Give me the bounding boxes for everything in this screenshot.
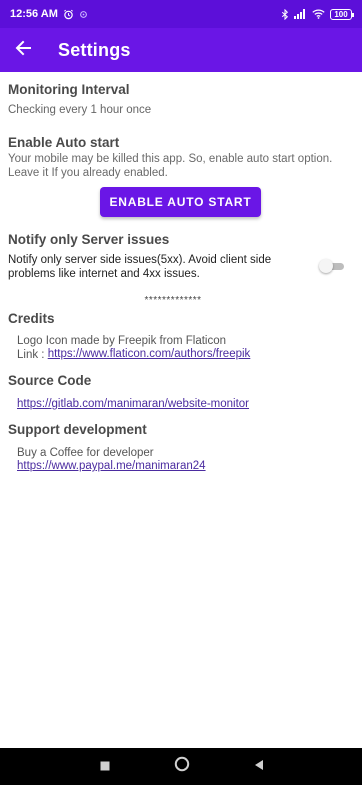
back-icon [254, 758, 264, 776]
notify-server-issues-description: Notify only server side issues(5xx). Avo… [8, 254, 272, 280]
credits-link[interactable]: https://www.flaticon.com/authors/freepik [48, 348, 251, 362]
recents-icon [100, 758, 110, 776]
signal-icon [294, 9, 307, 19]
separator: ************* [144, 295, 202, 306]
navigation-bar [0, 748, 362, 785]
alarm-icon [63, 9, 74, 20]
status-bar: 12:56 AM 100 [0, 0, 362, 28]
page-title: Settings [58, 39, 131, 60]
support-text: Buy a Coffee for developer [17, 447, 154, 459]
switch-thumb [319, 259, 333, 273]
recents-button[interactable] [100, 758, 110, 776]
status-left: 12:56 AM [10, 8, 88, 20]
auto-start-title: Enable Auto start [8, 135, 120, 150]
monitoring-interval-value[interactable]: Checking every 1 hour once [8, 103, 151, 117]
home-button[interactable] [174, 756, 190, 777]
back-button[interactable] [1, 28, 45, 72]
system-back-button[interactable] [254, 758, 264, 776]
credits-link-row: Link : https://www.flaticon.com/authors/… [17, 348, 250, 362]
arrow-back-icon [15, 40, 31, 61]
notify-server-issues-switch[interactable] [319, 259, 346, 273]
app-bar: Settings [0, 28, 362, 72]
support-link[interactable]: https://www.paypal.me/manimaran24 [17, 460, 206, 472]
enable-auto-start-button[interactable]: ENABLE AUTO START [100, 187, 261, 217]
bluetooth-icon [281, 8, 289, 20]
battery-icon: 100 [330, 8, 354, 20]
home-icon [174, 756, 190, 777]
status-right: 100 [281, 8, 354, 20]
auto-start-description: Your mobile may be killed this app. So, … [8, 153, 333, 179]
monitoring-interval-title: Monitoring Interval [8, 82, 130, 97]
wifi-icon [312, 9, 325, 19]
credits-link-prefix: Link : [17, 349, 48, 361]
support-development-title: Support development [8, 422, 147, 437]
source-code-link[interactable]: https://gitlab.com/manimaran/website-mon… [17, 398, 249, 410]
credits-text: Logo Icon made by Freepik from Flaticon [17, 335, 227, 347]
notify-server-issues-title: Notify only Server issues [8, 232, 170, 247]
sync-icon [79, 10, 88, 19]
source-code-title: Source Code [8, 373, 92, 388]
status-time: 12:56 AM [10, 8, 58, 20]
credits-title: Credits [8, 311, 55, 326]
settings-screen: 12:56 AM 100 Settings Monitoring Interva… [0, 0, 362, 785]
